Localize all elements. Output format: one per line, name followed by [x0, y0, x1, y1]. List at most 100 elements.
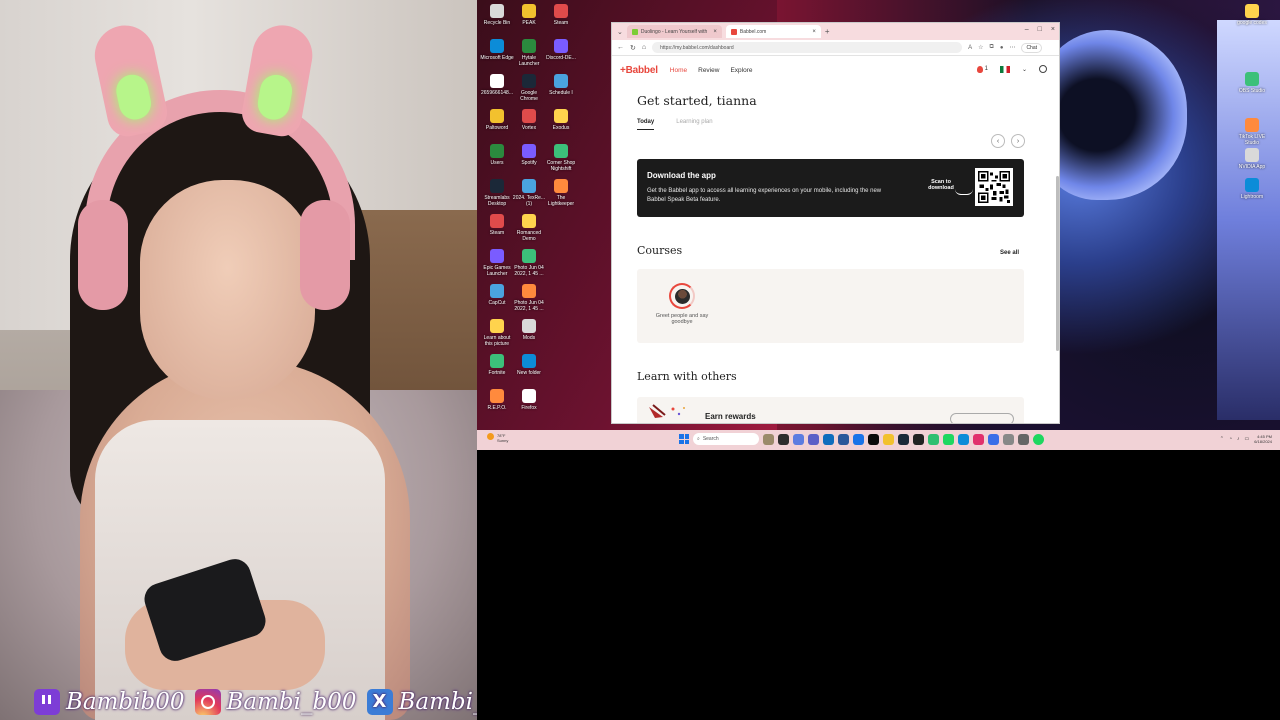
steam-icon[interactable]: [898, 433, 909, 445]
desktop-icon[interactable]: NVIDIA App: [1235, 148, 1269, 170]
desktop-icon[interactable]: Spotify: [512, 144, 546, 166]
settings-icon[interactable]: [1018, 433, 1029, 445]
desktop-icon[interactable]: Mods: [512, 319, 546, 341]
close-window-icon[interactable]: ×: [1051, 26, 1055, 33]
desktop-icon[interactable]: Users: [480, 144, 514, 166]
language-chevron-icon[interactable]: ⌄: [1022, 66, 1027, 73]
desktop-icon[interactable]: Exodus: [544, 109, 578, 131]
favorite-icon[interactable]: ☆: [978, 44, 983, 51]
desktop-icon[interactable]: R.E.P.O.: [480, 389, 514, 411]
home-icon[interactable]: ⌂: [642, 44, 646, 51]
desktop-icon[interactable]: Discord-DE...: [544, 39, 578, 61]
chevron-left-icon[interactable]: ‹: [991, 134, 1005, 148]
desktop-icon[interactable]: Firefox: [512, 389, 546, 411]
tab-list-icon[interactable]: ⌄: [617, 28, 623, 36]
address-bar[interactable]: https://my.babbel.com/dashboard: [652, 42, 963, 53]
desktop-icon[interactable]: Vortex: [512, 109, 546, 131]
desktop-icon[interactable]: Steam: [480, 214, 514, 236]
read-aloud-icon[interactable]: A: [968, 45, 972, 51]
streak-indicator[interactable]: 1: [976, 65, 988, 73]
nav-explore[interactable]: Explore: [730, 67, 752, 74]
desktop-icon[interactable]: Streamlabs Desktop: [480, 179, 514, 207]
copilot-chat-button[interactable]: Chat: [1021, 42, 1042, 53]
desktop-icon[interactable]: Photo Jun 04 2022, 1 45 ...: [512, 284, 546, 312]
outlook-icon[interactable]: [823, 433, 834, 445]
tab-babbel[interactable]: Babbel.com ×: [725, 25, 821, 38]
chevron-up-icon[interactable]: ⌃: [1220, 436, 1224, 442]
calculator-icon[interactable]: [838, 433, 849, 445]
desktop-icon[interactable]: Steam: [544, 4, 578, 26]
desktop-icon[interactable]: Paltoword: [480, 109, 514, 131]
desktop-icon[interactable]: CapCut: [480, 284, 514, 306]
desktop-icon[interactable]: The Lightkeeper: [544, 179, 578, 207]
desktop-icon[interactable]: Epic Games Launcher: [480, 249, 514, 277]
more-icon[interactable]: ⋯: [1009, 44, 1015, 51]
desktop-icon[interactable]: Corner Shop Nightshift: [544, 144, 578, 172]
new-tab-icon[interactable]: +: [825, 27, 830, 36]
edge-icon[interactable]: [958, 433, 969, 445]
tiktok-icon[interactable]: [868, 433, 879, 445]
streamlabs-icon[interactable]: [928, 433, 939, 445]
obs-icon[interactable]: [913, 433, 924, 445]
maximize-icon[interactable]: □: [1038, 26, 1042, 33]
mexico-flag-icon[interactable]: [999, 65, 1010, 73]
back-icon[interactable]: ←: [617, 44, 624, 51]
desktop-icon[interactable]: 2659666148...: [480, 74, 514, 96]
file-explorer-icon[interactable]: [883, 433, 894, 445]
course-card[interactable]: Greet people and say goodbye: [653, 283, 711, 325]
copilot-icon[interactable]: [793, 433, 804, 445]
desktop-icon[interactable]: Fortnite: [480, 354, 514, 376]
desktop-icon[interactable]: Schedule I: [544, 74, 578, 96]
clock[interactable]: 4:45 PM 6/18/2024: [1254, 434, 1272, 444]
minimize-icon[interactable]: –: [1025, 26, 1029, 33]
page-scrollbar[interactable]: [1056, 176, 1059, 351]
close-tab-icon[interactable]: ×: [812, 29, 816, 35]
wifi-icon[interactable]: ◔: [1229, 436, 1232, 442]
desktop-icon[interactable]: Learn about this picture: [480, 319, 514, 347]
nav-review[interactable]: Review: [698, 67, 719, 74]
battery-icon[interactable]: ▭: [1244, 436, 1249, 442]
desktop-icon[interactable]: Photo Jun 04 2022, 1 45 ...: [512, 249, 546, 277]
camera-icon[interactable]: [1003, 433, 1014, 445]
taskbar-search[interactable]: ⌕ Search: [693, 433, 759, 445]
spotify-icon[interactable]: [943, 433, 954, 445]
speaker-icon[interactable]: ♪: [1237, 436, 1240, 442]
desktop-icon[interactable]: 2024. TexRe... (1): [512, 179, 546, 207]
widgets-icon[interactable]: [763, 433, 774, 445]
chevron-right-icon[interactable]: ›: [1011, 134, 1025, 148]
weather-widget[interactable]: 78°F Sunny: [487, 433, 508, 443]
desktop-icon[interactable]: Google Chrome: [512, 74, 546, 102]
desktop-icon[interactable]: TikTok LIVE Studio: [1235, 118, 1269, 146]
desktop-icon[interactable]: Hytale Launcher: [512, 39, 546, 67]
windows-start-icon[interactable]: [679, 434, 689, 444]
invite-button[interactable]: [950, 413, 1014, 423]
user-icon[interactable]: [1039, 65, 1047, 73]
chrome-icon[interactable]: [853, 433, 864, 445]
app-icon: [1245, 4, 1259, 18]
instagram-app-icon[interactable]: [973, 433, 984, 445]
teams-icon[interactable]: [808, 433, 819, 445]
babbel-logo[interactable]: +Babbel: [620, 65, 658, 76]
spotify-tray-icon[interactable]: [1033, 433, 1044, 445]
desktop-icon[interactable]: google codes: [1235, 4, 1269, 26]
extensions-icon[interactable]: ⧉: [990, 44, 994, 51]
download-app-banner[interactable]: Download the app Get the Babbel app to a…: [637, 159, 1024, 217]
desktop-icon[interactable]: Microsoft Edge: [480, 39, 514, 61]
desktop-icon[interactable]: New folder: [512, 354, 546, 376]
desktop-icon[interactable]: OBS Studio: [1235, 72, 1269, 94]
close-tab-icon[interactable]: ×: [713, 29, 717, 35]
profile-icon[interactable]: ●: [1000, 45, 1004, 51]
desktop-icon[interactable]: Recycle Bin: [480, 4, 514, 26]
desktop-icon[interactable]: Lightroom: [1235, 178, 1269, 200]
tab-duolingo[interactable]: Duolingo - Learn Yourself with b... ×: [626, 25, 722, 38]
discord-icon[interactable]: [988, 433, 999, 445]
task-view-icon[interactable]: [778, 433, 789, 445]
refresh-icon[interactable]: ↻: [630, 44, 636, 52]
nav-home[interactable]: Home: [670, 67, 687, 74]
desktop-icon[interactable]: PEAK: [512, 4, 546, 26]
see-all-link[interactable]: See all: [1000, 250, 1019, 256]
twitch-icon: [34, 689, 60, 715]
tab-learning-plan[interactable]: Learning plan: [676, 119, 712, 130]
tab-today[interactable]: Today: [637, 119, 655, 130]
desktop-icon[interactable]: Romanced Demo: [512, 214, 546, 242]
